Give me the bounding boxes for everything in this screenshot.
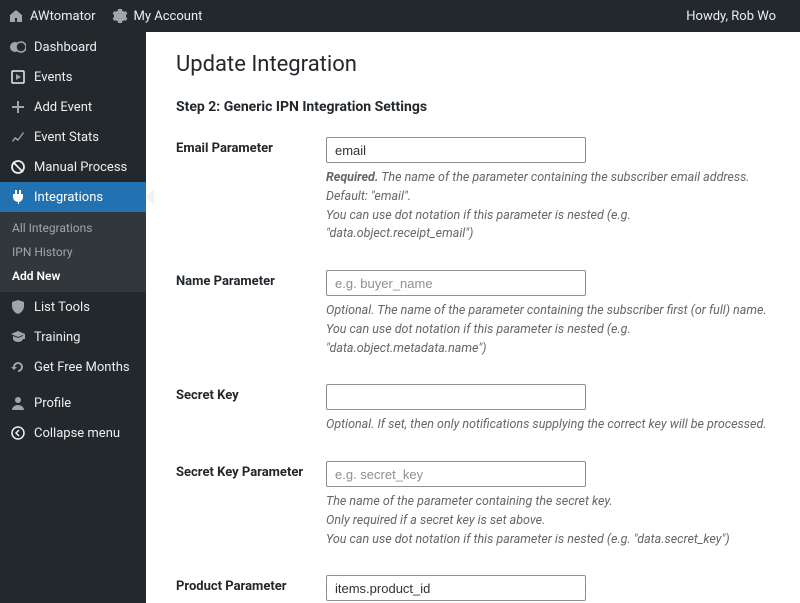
field-name-parameter: Name Parameter Optional. The name of the… (176, 270, 770, 358)
field-secret-key-parameter: Secret Key Parameter The name of the par… (176, 461, 770, 549)
sidebar-item-label: List Tools (34, 300, 90, 315)
name-param-label: Name Parameter (176, 270, 326, 358)
page-title: Update Integration (176, 52, 770, 77)
shield-icon (10, 299, 26, 315)
refresh-icon (10, 359, 26, 375)
product-param-input[interactable] (326, 575, 586, 601)
sidebar-item-label: Collapse menu (34, 426, 120, 441)
sidebar-item-label: Training (34, 330, 80, 345)
sidebar-subitem-all-integrations[interactable]: All Integrations (0, 216, 146, 240)
sidebar-item-label: Profile (34, 396, 71, 411)
gear-icon (112, 8, 128, 24)
block-icon (10, 159, 26, 175)
email-param-desc: Required. The name of the parameter cont… (326, 169, 770, 244)
sidebar-item-get-free-months[interactable]: Get Free Months (0, 352, 146, 382)
sidebar-item-manual-process[interactable]: Manual Process (0, 152, 146, 182)
sidebar-item-add-event[interactable]: Add Event (0, 92, 146, 122)
sidebar-item-label: Events (34, 70, 72, 85)
dashboard-icon (10, 39, 26, 55)
email-param-label: Email Parameter (176, 137, 326, 244)
sidebar-subitem-add-new[interactable]: Add New (0, 264, 146, 288)
sidebar-item-integrations[interactable]: Integrations (0, 182, 146, 212)
cap-icon (10, 329, 26, 345)
home-icon (8, 8, 24, 24)
sidebar-item-label: Manual Process (34, 160, 127, 175)
sidebar-item-label: Dashboard (34, 40, 97, 55)
email-param-input[interactable] (326, 137, 586, 163)
field-secret-key: Secret Key Optional. If set, then only n… (176, 384, 770, 435)
my-account-link[interactable]: My Account (112, 8, 203, 24)
play-icon (10, 69, 26, 85)
sidebar-item-dashboard[interactable]: Dashboard (0, 32, 146, 62)
sidebar-item-profile[interactable]: Profile (0, 388, 146, 418)
howdy-text: Howdy, Rob Wo (686, 9, 776, 24)
name-param-input[interactable] (326, 270, 586, 296)
field-product-parameter: Product Parameter Optional. The name of … (176, 575, 770, 603)
collapse-icon (10, 425, 26, 441)
secret-key-param-desc: The name of the parameter containing the… (326, 493, 770, 549)
admin-topbar: AWtomator My Account Howdy, Rob Wo (0, 0, 800, 32)
sidebar-item-events[interactable]: Events (0, 62, 146, 92)
sidebar-item-label: Integrations (34, 190, 103, 205)
chart-icon (10, 129, 26, 145)
person-icon (10, 395, 26, 411)
page-subtitle: Step 2: Generic IPN Integration Settings (176, 99, 770, 115)
sidebar-item-training[interactable]: Training (0, 322, 146, 352)
secret-key-desc: Optional. If set, then only notification… (326, 416, 770, 435)
plus-icon (10, 99, 26, 115)
secret-key-param-label: Secret Key Parameter (176, 461, 326, 549)
sidebar-item-label: Event Stats (34, 130, 99, 145)
secret-key-input[interactable] (326, 384, 586, 410)
name-param-desc: Optional. The name of the parameter cont… (326, 302, 770, 358)
sidebar-item-label: Get Free Months (34, 360, 130, 375)
sidebar-item-list-tools[interactable]: List Tools (0, 292, 146, 322)
main-content: Update Integration Step 2: Generic IPN I… (146, 32, 800, 603)
account-label: My Account (134, 9, 203, 24)
sidebar-submenu: All IntegrationsIPN HistoryAdd New (0, 212, 146, 292)
plug-icon (10, 189, 26, 205)
product-param-label: Product Parameter (176, 575, 326, 603)
howdy-user[interactable]: Howdy, Rob Wo (686, 9, 776, 24)
field-email-parameter: Email Parameter Required. The name of th… (176, 137, 770, 244)
secret-key-label: Secret Key (176, 384, 326, 435)
sidebar-item-event-stats[interactable]: Event Stats (0, 122, 146, 152)
sidebar-subitem-ipn-history[interactable]: IPN History (0, 240, 146, 264)
brand-link[interactable]: AWtomator (8, 8, 96, 24)
admin-sidebar: Dashboard Events Add Event Event Stats Manua… (0, 32, 146, 603)
secret-key-param-input[interactable] (326, 461, 586, 487)
sidebar-item-collapse-menu[interactable]: Collapse menu (0, 418, 146, 448)
brand-text: AWtomator (30, 9, 96, 24)
sidebar-item-label: Add Event (34, 100, 92, 115)
